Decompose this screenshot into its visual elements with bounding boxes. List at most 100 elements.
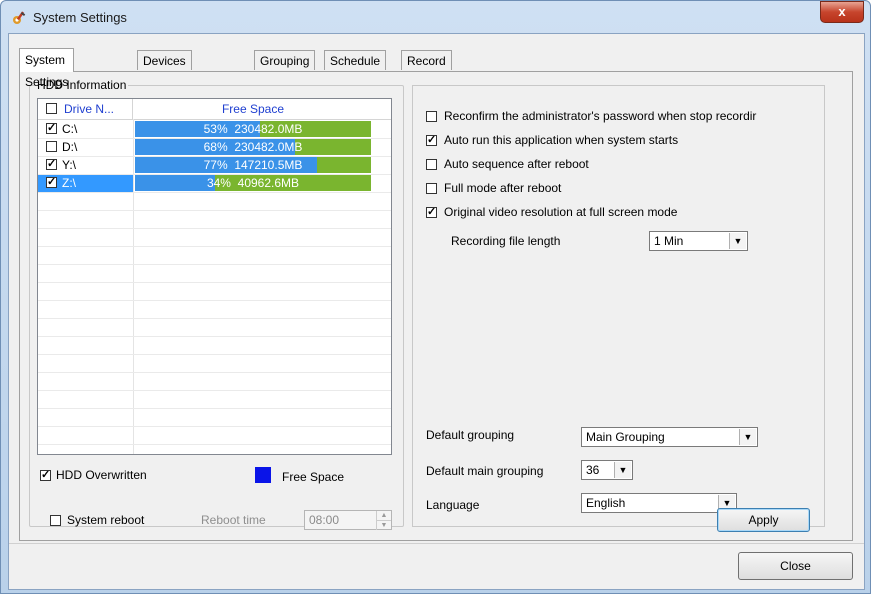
- drive-checkbox[interactable]: [46, 141, 57, 152]
- free-space-percent: 77%: [203, 158, 228, 172]
- grid-line: [38, 444, 391, 445]
- system-settings-panel: HDD Information Drive N... Free Space ✓ C…: [19, 71, 853, 541]
- free-space-percent: 34%: [206, 176, 231, 190]
- drive-row[interactable]: D:\ 68% 230482.0MB: [38, 138, 391, 156]
- grid-line: [38, 372, 391, 373]
- grid-line: [38, 318, 391, 319]
- title-bar: System Settings x: [1, 1, 870, 33]
- grid-line: [38, 282, 391, 283]
- hdd-overwritten-label: HDD Overwritten: [56, 468, 147, 482]
- drive-checkbox[interactable]: ✓: [46, 177, 57, 188]
- tab-grouping[interactable]: Grouping: [254, 50, 316, 70]
- language-value: English: [586, 496, 626, 510]
- tab-schedule[interactable]: Schedule: [324, 50, 387, 70]
- tab-system-settings[interactable]: System Settings: [19, 48, 75, 89]
- option-checkbox[interactable]: [426, 183, 437, 194]
- free-space-text: 68% 230482.0MB: [135, 139, 371, 155]
- option-label: Reconfirm the administrator's password w…: [444, 109, 757, 123]
- drive-checkbox[interactable]: ✓: [46, 123, 57, 134]
- grid-line: [38, 300, 391, 301]
- tab-record-time[interactable]: Record Time: [401, 50, 452, 88]
- hdd-information-group: HDD Information Drive N... Free Space ✓ C…: [29, 78, 404, 527]
- language-label: Language: [426, 498, 480, 512]
- drive-row[interactable]: ✓ Y:\ 77% 147210.5MB: [38, 156, 391, 174]
- drive-name-header-label: Drive N...: [64, 102, 115, 116]
- grid-line: [38, 210, 391, 211]
- select-all-checkbox[interactable]: [46, 103, 57, 114]
- default-main-grouping-label: Default main grouping: [426, 464, 544, 478]
- options-panel: Reconfirm the administrator's password w…: [412, 85, 825, 527]
- close-button[interactable]: Close: [738, 552, 853, 580]
- free-space-bar: 34% 40962.6MB: [135, 175, 371, 191]
- system-reboot-checkbox[interactable]: [50, 515, 61, 526]
- recording-file-length-value: 1 Min: [654, 234, 684, 248]
- grid-line: [38, 336, 391, 337]
- grid-line: [38, 264, 391, 265]
- dialog-client-area: System Settings Devices Settings Groupin…: [8, 33, 865, 590]
- free-space-bar: 53% 230482.0MB: [135, 121, 371, 137]
- settings-tools-icon: [13, 11, 26, 24]
- free-space-value: 40962.6MB: [237, 176, 300, 190]
- option-checkbox[interactable]: ✓: [426, 135, 437, 146]
- free-space-percent: 53%: [203, 122, 228, 136]
- system-settings-window: System Settings x System Settings Device…: [0, 0, 871, 594]
- grid-line: [38, 228, 391, 229]
- free-space-text: 53% 230482.0MB: [135, 121, 371, 137]
- chevron-down-icon: ▼: [614, 462, 631, 478]
- option-label: Auto run this application when system st…: [444, 133, 679, 147]
- option-checkbox[interactable]: [426, 111, 437, 122]
- drive-checkbox[interactable]: ✓: [46, 159, 57, 170]
- free-space-legend-label: Free Space: [282, 470, 345, 484]
- hdd-drive-list[interactable]: Drive N... Free Space ✓ C:\ 53% 230482.0MB…: [37, 98, 392, 455]
- default-grouping-select[interactable]: Main Grouping ▼: [581, 427, 758, 447]
- drive-name-column-header[interactable]: Drive N...: [38, 99, 133, 119]
- drive-name: Z:\: [62, 176, 76, 190]
- reboot-time-label: Reboot time: [201, 513, 266, 527]
- grid-line: [38, 426, 391, 427]
- option-label: Full mode after reboot: [444, 181, 562, 195]
- default-main-grouping-value: 36: [586, 463, 600, 477]
- language-select[interactable]: English ▼: [581, 493, 737, 513]
- grid-line: [38, 246, 391, 247]
- free-space-value: 147210.5MB: [234, 158, 303, 172]
- grid-line: [38, 192, 391, 193]
- free-space-bar: 68% 230482.0MB: [135, 139, 371, 155]
- drive-name: C:\: [62, 122, 78, 136]
- reboot-time-spinner[interactable]: 08:00 ▲ ▼: [304, 510, 392, 530]
- default-main-grouping-select[interactable]: 36 ▼: [581, 460, 633, 480]
- grid-line: [38, 408, 391, 409]
- option-checkbox[interactable]: ✓: [426, 207, 437, 218]
- drive-row[interactable]: ✓ C:\ 53% 230482.0MB: [38, 120, 391, 138]
- free-space-value: 230482.0MB: [234, 140, 303, 154]
- free-space-percent: 68%: [203, 140, 228, 154]
- grid-line: [38, 354, 391, 355]
- spin-down-icon[interactable]: ▼: [376, 520, 391, 530]
- chevron-down-icon: ▼: [729, 233, 746, 249]
- option-checkbox[interactable]: [426, 159, 437, 170]
- grid-line: [38, 156, 391, 157]
- free-space-bar: 77% 147210.5MB: [135, 157, 371, 173]
- free-space-text: 34% 40962.6MB: [135, 175, 371, 191]
- free-space-column-header[interactable]: Free Space: [134, 99, 372, 119]
- reboot-time-value: 08:00: [309, 513, 340, 527]
- option-label: Original video resolution at full screen…: [444, 205, 678, 219]
- option-label: Auto sequence after reboot: [444, 157, 589, 171]
- list-header: Drive N... Free Space: [38, 99, 391, 120]
- recording-file-length-label: Recording file length: [451, 234, 561, 248]
- apply-button[interactable]: Apply: [717, 508, 810, 532]
- grid-line: [38, 138, 391, 139]
- drive-name: Y:\: [62, 158, 77, 172]
- grid-line: [38, 174, 391, 175]
- default-grouping-label: Default grouping: [426, 428, 515, 442]
- drive-row[interactable]: ✓ Z:\ 34% 40962.6MB: [38, 174, 391, 192]
- tab-devices-settings[interactable]: Devices Settings: [137, 50, 193, 88]
- recording-file-length-select[interactable]: 1 Min ▼: [649, 231, 748, 251]
- free-space-value: 230482.0MB: [234, 122, 303, 136]
- system-reboot-label: System reboot: [67, 513, 145, 527]
- hdd-overwritten-checkbox[interactable]: ✓: [40, 470, 51, 481]
- default-grouping-value: Main Grouping: [586, 430, 665, 444]
- spin-up-icon[interactable]: ▲: [376, 511, 391, 520]
- chevron-down-icon: ▼: [739, 429, 756, 445]
- window-close-button[interactable]: x: [820, 1, 864, 23]
- window-title: System Settings: [33, 10, 127, 25]
